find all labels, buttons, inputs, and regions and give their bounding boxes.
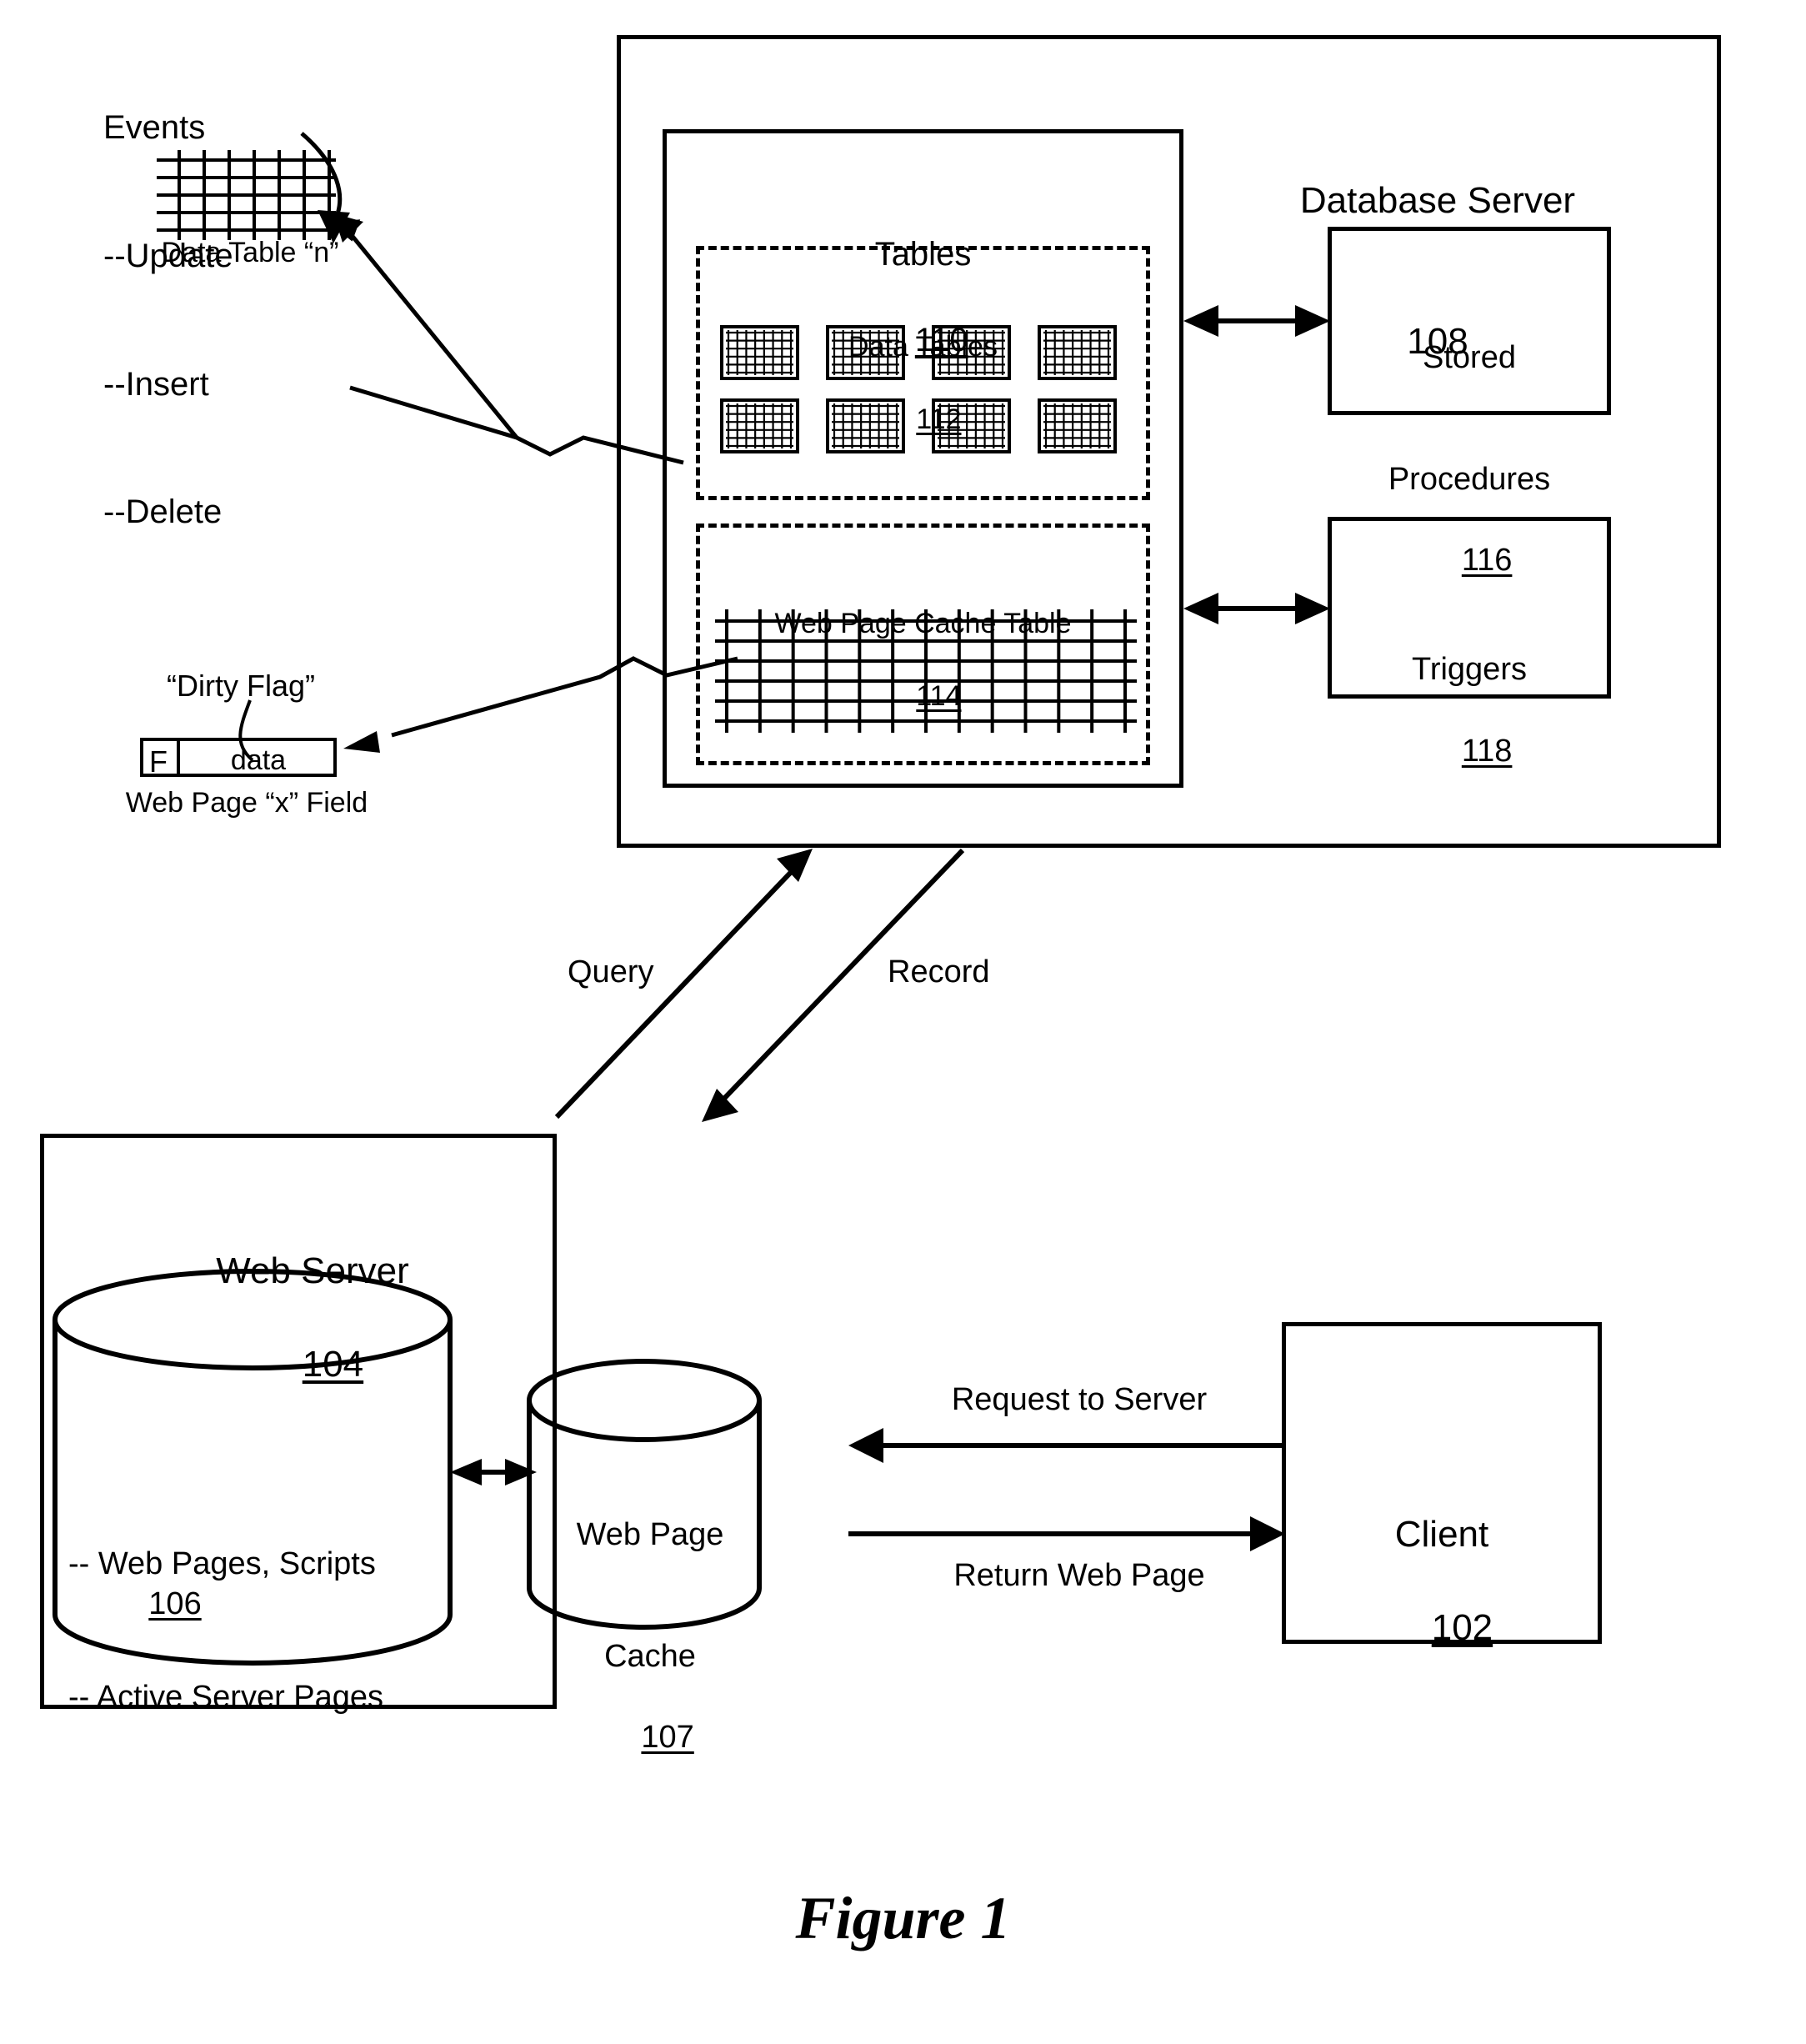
patent-figure-page: Events --Update --Insert --Delete Data T… <box>0 0 1806 2044</box>
figure-caption: Figure 1 <box>795 1885 1011 1951</box>
return-web-page-label: Return Web Page <box>953 1558 1205 1593</box>
return-web-page-arrow <box>848 1516 1285 1551</box>
